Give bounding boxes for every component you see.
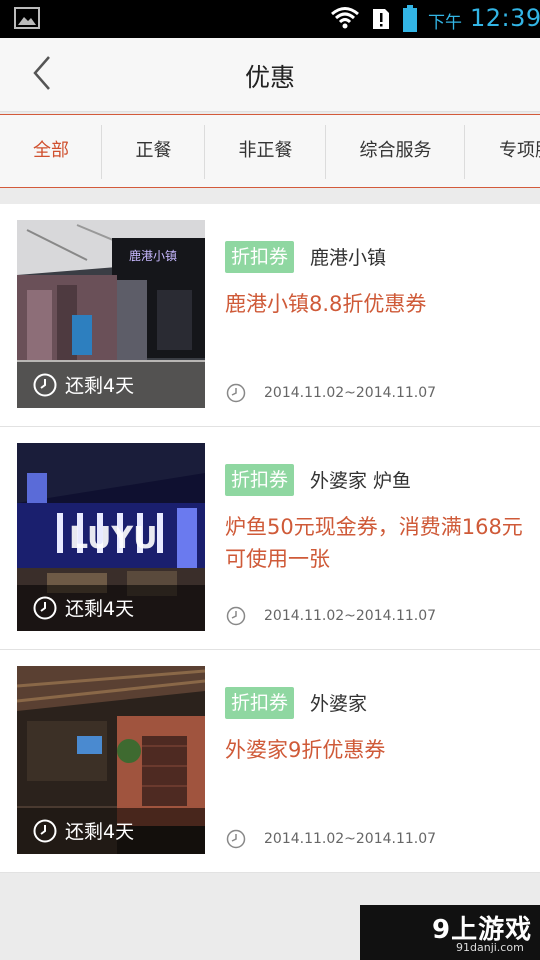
coupon-image: 还剩4天	[17, 666, 205, 854]
clock-icon	[33, 819, 57, 843]
merchant-name: 鹿港小镇	[310, 247, 387, 269]
status-clock: 12:39	[470, 4, 540, 32]
coupon-card[interactable]: 鹿港小镇 还剩4天 折扣券 鹿港小镇 鹿港小镇8.8折优惠券 2014.11.0…	[0, 204, 540, 427]
clock-icon	[33, 373, 57, 397]
offer-title: 鹿港小镇8.8折优惠券	[225, 292, 427, 316]
coupon-image: 鹿港小镇 还剩4天	[17, 220, 205, 408]
alert-icon	[372, 8, 390, 34]
wifi-icon	[330, 6, 360, 34]
watermark-url: 91danji.com	[456, 941, 524, 954]
category-tabs: 全部 正餐 非正餐 综合服务 专项服	[0, 114, 540, 188]
validity-dates: 2014.11.02~2014.11.07	[264, 385, 437, 401]
status-ampm: 下午	[428, 13, 462, 33]
tab-non-dinner[interactable]: 非正餐	[205, 115, 326, 187]
discount-badge: 折扣券	[225, 464, 295, 496]
remaining-days: 还剩4天	[65, 375, 135, 397]
offer-title: 外婆家9折优惠券	[225, 738, 386, 762]
clock-icon	[226, 829, 246, 853]
battery-icon	[402, 5, 418, 37]
image-sign-text: 鹿港小镇	[129, 248, 177, 263]
coupon-card[interactable]: LUYU 还剩4天 折扣券 外婆家 炉鱼 炉鱼50元现金券，消费满168元可使用…	[0, 427, 540, 650]
tab-dinner[interactable]: 正餐	[102, 115, 205, 187]
clock-icon	[33, 596, 57, 620]
watermark: 9上游戏 91danji.com	[360, 905, 540, 960]
validity-dates: 2014.11.02~2014.11.07	[264, 831, 437, 847]
coupon-image: LUYU 还剩4天	[17, 443, 205, 631]
tab-special[interactable]: 专项服	[465, 115, 540, 187]
discount-badge: 折扣券	[225, 241, 295, 273]
clock-icon	[226, 383, 246, 407]
validity-dates: 2014.11.02~2014.11.07	[264, 608, 437, 624]
image-sign-text: LUYU	[69, 521, 158, 556]
discount-badge: 折扣券	[225, 687, 295, 719]
remaining-days: 还剩4天	[65, 821, 135, 843]
page-title: 优惠	[244, 63, 295, 92]
tab-services[interactable]: 综合服务	[326, 115, 465, 187]
merchant-name: 外婆家	[310, 693, 368, 715]
remaining-days: 还剩4天	[65, 598, 135, 620]
coupon-card[interactable]: 还剩4天 折扣券 外婆家 外婆家9折优惠券 2014.11.02~2014.11…	[0, 650, 540, 873]
merchant-name: 外婆家 炉鱼	[310, 470, 412, 492]
coupon-list: 鹿港小镇 还剩4天 折扣券 鹿港小镇 鹿港小镇8.8折优惠券 2014.11.0…	[0, 204, 540, 873]
status-bar: 下午 12:39	[0, 0, 540, 38]
tab-all[interactable]: 全部	[0, 115, 102, 187]
offer-title: 炉鱼50元现金券，消费满168元可使用一张	[225, 515, 523, 571]
clock-icon	[226, 606, 246, 630]
title-bar: 优惠	[0, 38, 540, 112]
gallery-icon	[14, 7, 40, 33]
